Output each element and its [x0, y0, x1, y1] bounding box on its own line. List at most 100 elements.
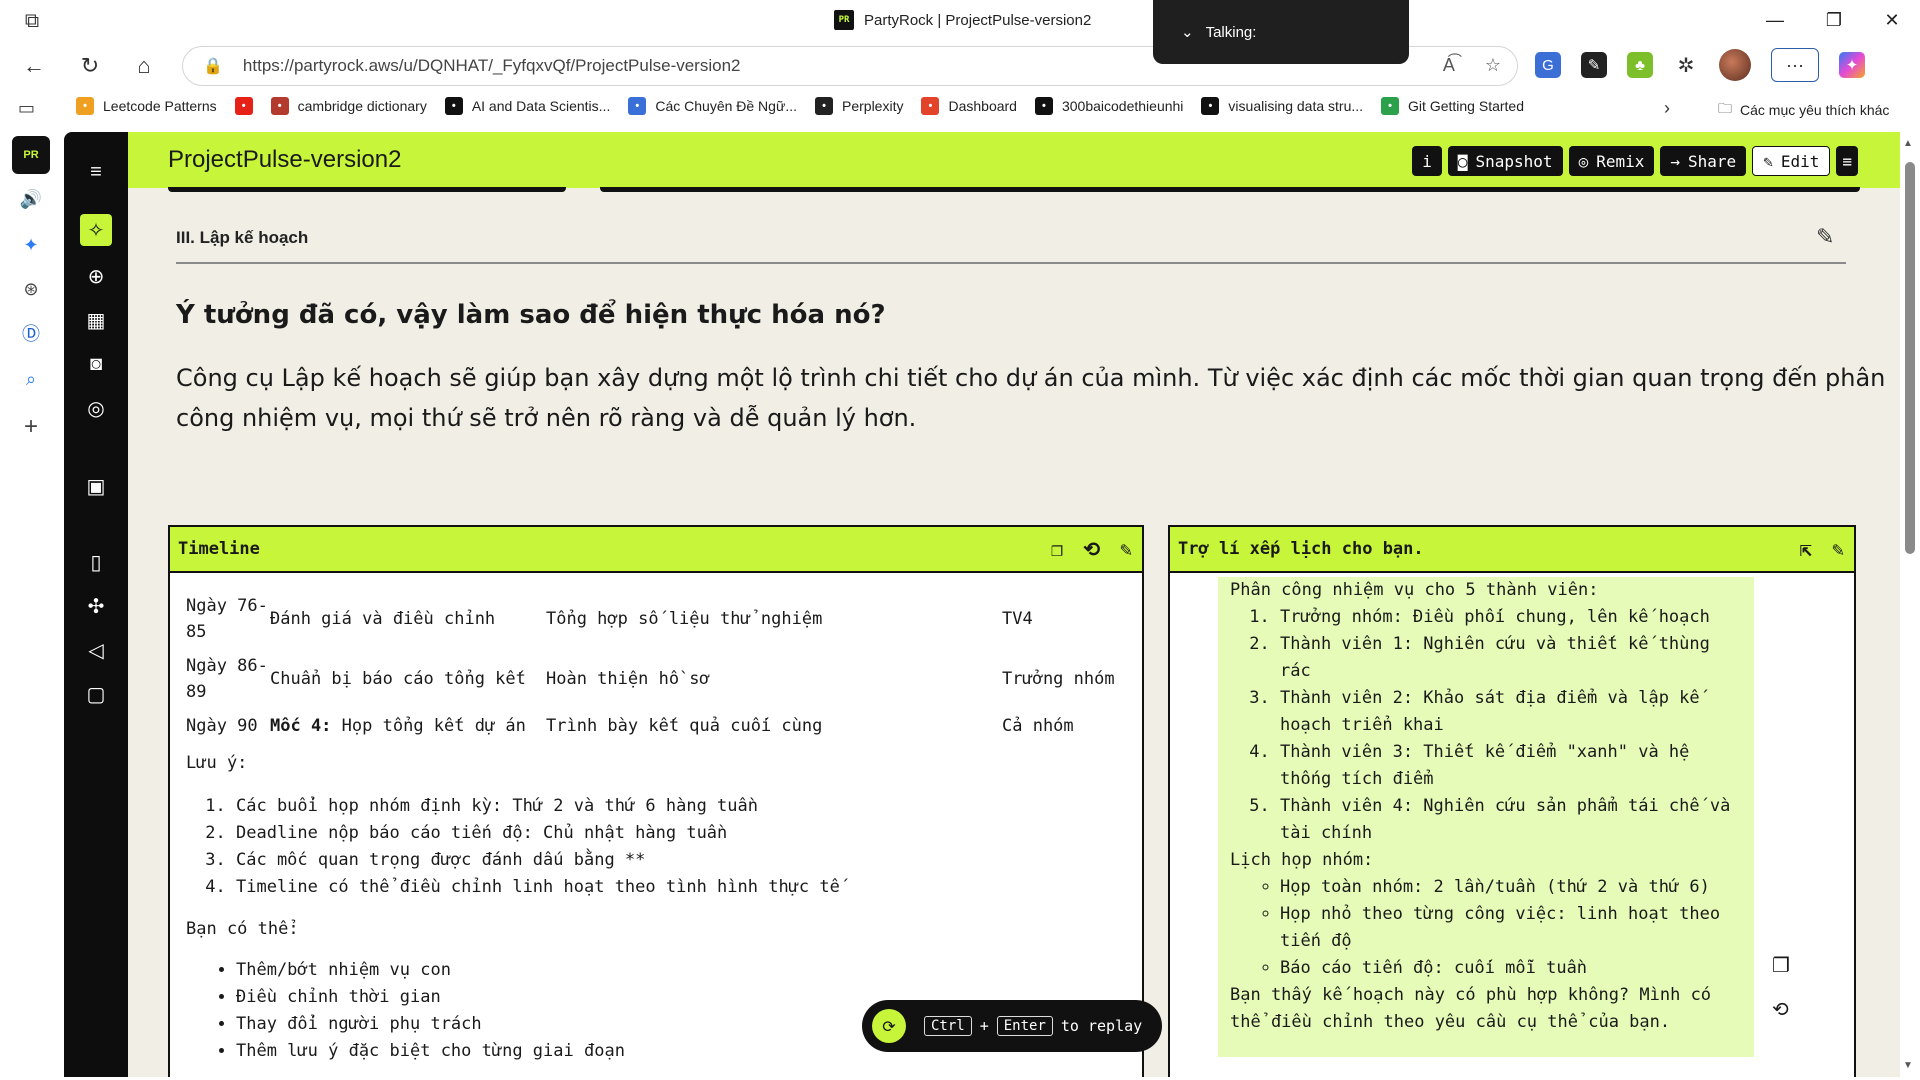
edit-extension-icon[interactable]: ✎	[1581, 52, 1607, 78]
megaphone-icon[interactable]: ◁	[78, 632, 114, 668]
cell-owner: TV4	[1002, 609, 1033, 629]
bookmarks-bar: ▭ • Leetcode Patterns • • cambridge dictiona…	[0, 88, 1920, 130]
close-window-button[interactable]: ✕	[1866, 4, 1918, 36]
pencil-icon: ✎	[1763, 151, 1773, 171]
remix-button[interactable]: ◎ Remix	[1568, 146, 1655, 176]
search-icon[interactable]: ⌕	[14, 362, 48, 396]
scrollbar-thumb[interactable]	[1905, 162, 1915, 554]
page-scrollbar[interactable]: ▲ ▼	[1900, 132, 1920, 1077]
plant-extension-icon[interactable]: ♣	[1627, 52, 1653, 78]
note-item: Deadline nộp báo cáo tiến độ: Chủ nhật h…	[236, 820, 1126, 847]
chevron-right-icon[interactable]: ›	[1664, 98, 1670, 119]
home-icon[interactable]: ⌂	[126, 48, 162, 84]
edit-widget-icon[interactable]: ✎	[1832, 537, 1844, 561]
minimize-button[interactable]: —	[1749, 4, 1801, 36]
window-title: PR PartyRock | ProjectPulse-version2	[834, 10, 1091, 30]
ctrl-key: Ctrl	[924, 1016, 972, 1036]
export-icon[interactable]: ⇱	[1800, 537, 1812, 561]
gitlab-icon: •	[921, 97, 940, 115]
note-title: Lưu ý:	[186, 753, 248, 773]
document-icon[interactable]: ▢	[78, 676, 114, 712]
partyrock-app: ≡ ✧ ⊕ ▦ ◙ ◎ ▣ ▯ ✣ ◁ ▢ ProjectPulse-versi…	[64, 132, 1900, 1077]
read-aloud-icon[interactable]: A͡	[1443, 55, 1455, 76]
timeline-widget: Timeline ❐ ⟲ ✎ Ngày 76-85 Đánh giá và điề…	[168, 525, 1144, 1077]
copy-icon[interactable]: ❐	[1051, 537, 1063, 561]
remix-icon: ◎	[1578, 151, 1589, 171]
menu-icon[interactable]: ≡	[78, 154, 114, 190]
lock-icon[interactable]: 🔒	[203, 56, 223, 76]
navigation-bar: ← ↻ ⌂ 🔒 https://partyrock.aws/u/DQNHAT/_…	[0, 42, 1920, 88]
sparkle-tools-icon[interactable]: ✣	[78, 588, 114, 624]
header-menu-button[interactable]: ≡	[1836, 146, 1858, 176]
cell-owner: Cả nhóm	[1002, 716, 1074, 736]
tab-actions-icon[interactable]: ⧉	[18, 9, 46, 33]
replay-label: to replay	[1060, 1017, 1143, 1035]
chatgpt-icon[interactable]: ⊛	[14, 272, 48, 306]
talking-indicator[interactable]: ⌄ Talking:	[1153, 0, 1409, 64]
app-rail: ≡ ✧ ⊕ ▦ ◙ ◎ ▣ ▯ ✣ ◁ ▢	[64, 132, 128, 1077]
regenerate-icon[interactable]: ⟲	[1083, 537, 1100, 561]
remix-icon[interactable]: ◎	[78, 390, 114, 426]
bookmark-item[interactable]: •	[234, 97, 253, 115]
bookmark-item[interactable]: • Dashboard	[921, 97, 1017, 115]
other-favorites-folder[interactable]: 🗀 Các mục yêu thích khác	[1718, 98, 1889, 122]
back-icon[interactable]: ←	[16, 48, 52, 84]
magic-wand-icon[interactable]: ✧	[80, 214, 112, 246]
translate-extension-icon[interactable]: G	[1535, 52, 1561, 78]
bookmark-item[interactable]: • cambridge dictionary	[270, 97, 427, 115]
gemini-icon[interactable]: ✦	[14, 228, 48, 262]
image-gallery-icon[interactable]: ▣	[78, 468, 114, 504]
url-text[interactable]: https://partyrock.aws/u/DQNHAT/_FyfqxvQf…	[243, 56, 741, 76]
bookmark-item[interactable]: • Các Chuyên Đề Ngữ...	[628, 97, 797, 115]
maximize-button[interactable]: ❐	[1808, 4, 1860, 36]
edit-button[interactable]: ✎ Edit	[1752, 146, 1831, 176]
globe-icon[interactable]: ⊕	[78, 258, 114, 294]
partyrock-app-icon[interactable]: PR	[12, 136, 50, 174]
book-icon[interactable]: ▯	[78, 544, 114, 580]
edit-widget-icon[interactable]: ✎	[1120, 537, 1132, 561]
bookmark-item[interactable]: • 300baicodethieunhi	[1034, 97, 1183, 115]
refresh-icon[interactable]: ↻	[72, 48, 108, 84]
bookmark-item[interactable]: • Leetcode Patterns	[76, 97, 217, 115]
edit-section-icon[interactable]: ✎	[1816, 224, 1834, 250]
scroll-down-icon[interactable]: ▼	[1903, 1060, 1913, 1071]
regenerate-icon[interactable]: ⟲	[1772, 997, 1789, 1022]
bookmark-item[interactable]: • visualising data stru...	[1201, 97, 1363, 115]
camera-icon: ◙	[1457, 151, 1468, 171]
app-header: ProjectPulse-version2 i ◙ Snapshot ◎ Remix…	[128, 132, 1900, 188]
extensions-puzzle-icon[interactable]: ✲	[1673, 52, 1699, 78]
scroll-up-icon[interactable]: ▲	[1903, 138, 1913, 149]
assistant-message: Phân công nhiệm vụ cho 5 thành viên: Trư…	[1218, 577, 1754, 1057]
share-button[interactable]: → Share	[1660, 146, 1747, 176]
widget-title: Timeline	[178, 539, 260, 559]
bookmark-item[interactable]: • Git Getting Started	[1381, 97, 1524, 115]
camera-icon[interactable]: ◙	[78, 346, 114, 382]
sidebar-toggle-icon[interactable]: ▭	[18, 98, 35, 119]
speaker-icon[interactable]: 🔊	[14, 182, 48, 216]
d-app-icon[interactable]: Ⓓ	[14, 316, 48, 350]
more-options-button[interactable]: ···	[1771, 48, 1819, 82]
favorite-star-icon[interactable]: ☆	[1485, 55, 1501, 76]
copilot-icon[interactable]: ✦	[1839, 52, 1865, 78]
perplexity-icon: •	[815, 97, 833, 115]
leetcode-icon: •	[76, 97, 94, 115]
bookmark-item[interactable]: • Perplexity	[815, 97, 903, 115]
cell-phase: Chuẩn bị báo cáo tổng kết	[270, 669, 526, 689]
assignment-item: Thành viên 3: Thiết kế điểm "xanh" và hệ…	[1280, 739, 1742, 793]
app-title: ProjectPulse-version2	[168, 146, 402, 173]
snapshot-button[interactable]: ◙ Snapshot	[1447, 146, 1563, 176]
add-icon[interactable]: +	[14, 410, 48, 444]
replay-hint[interactable]: ⟳ Ctrl + Enter to replay	[862, 1000, 1162, 1052]
bookmark-list: • Leetcode Patterns • • cambridge dictionary…	[76, 97, 1524, 115]
bookmark-item[interactable]: • AI and Data Scientis...	[444, 97, 610, 115]
widget-edge	[168, 187, 566, 192]
title-bar: ⧉ PR PartyRock | ProjectPulse-version2 —…	[0, 0, 1920, 42]
meeting-item: Họp nhỏ theo từng công việc: linh hoạt t…	[1280, 901, 1742, 955]
cell-day: Ngày 76-85	[186, 596, 268, 642]
info-button[interactable]: i	[1412, 146, 1442, 176]
layout-icon[interactable]: ▦	[78, 302, 114, 338]
profile-avatar[interactable]	[1719, 49, 1751, 81]
copy-icon[interactable]: ❐	[1772, 953, 1790, 978]
cell-task: Trình bày kết quả cuối cùng	[546, 716, 823, 736]
table-row: Ngày 90 Mốc 4: Họp tổng kết dự án Trình bà…	[186, 709, 1122, 743]
